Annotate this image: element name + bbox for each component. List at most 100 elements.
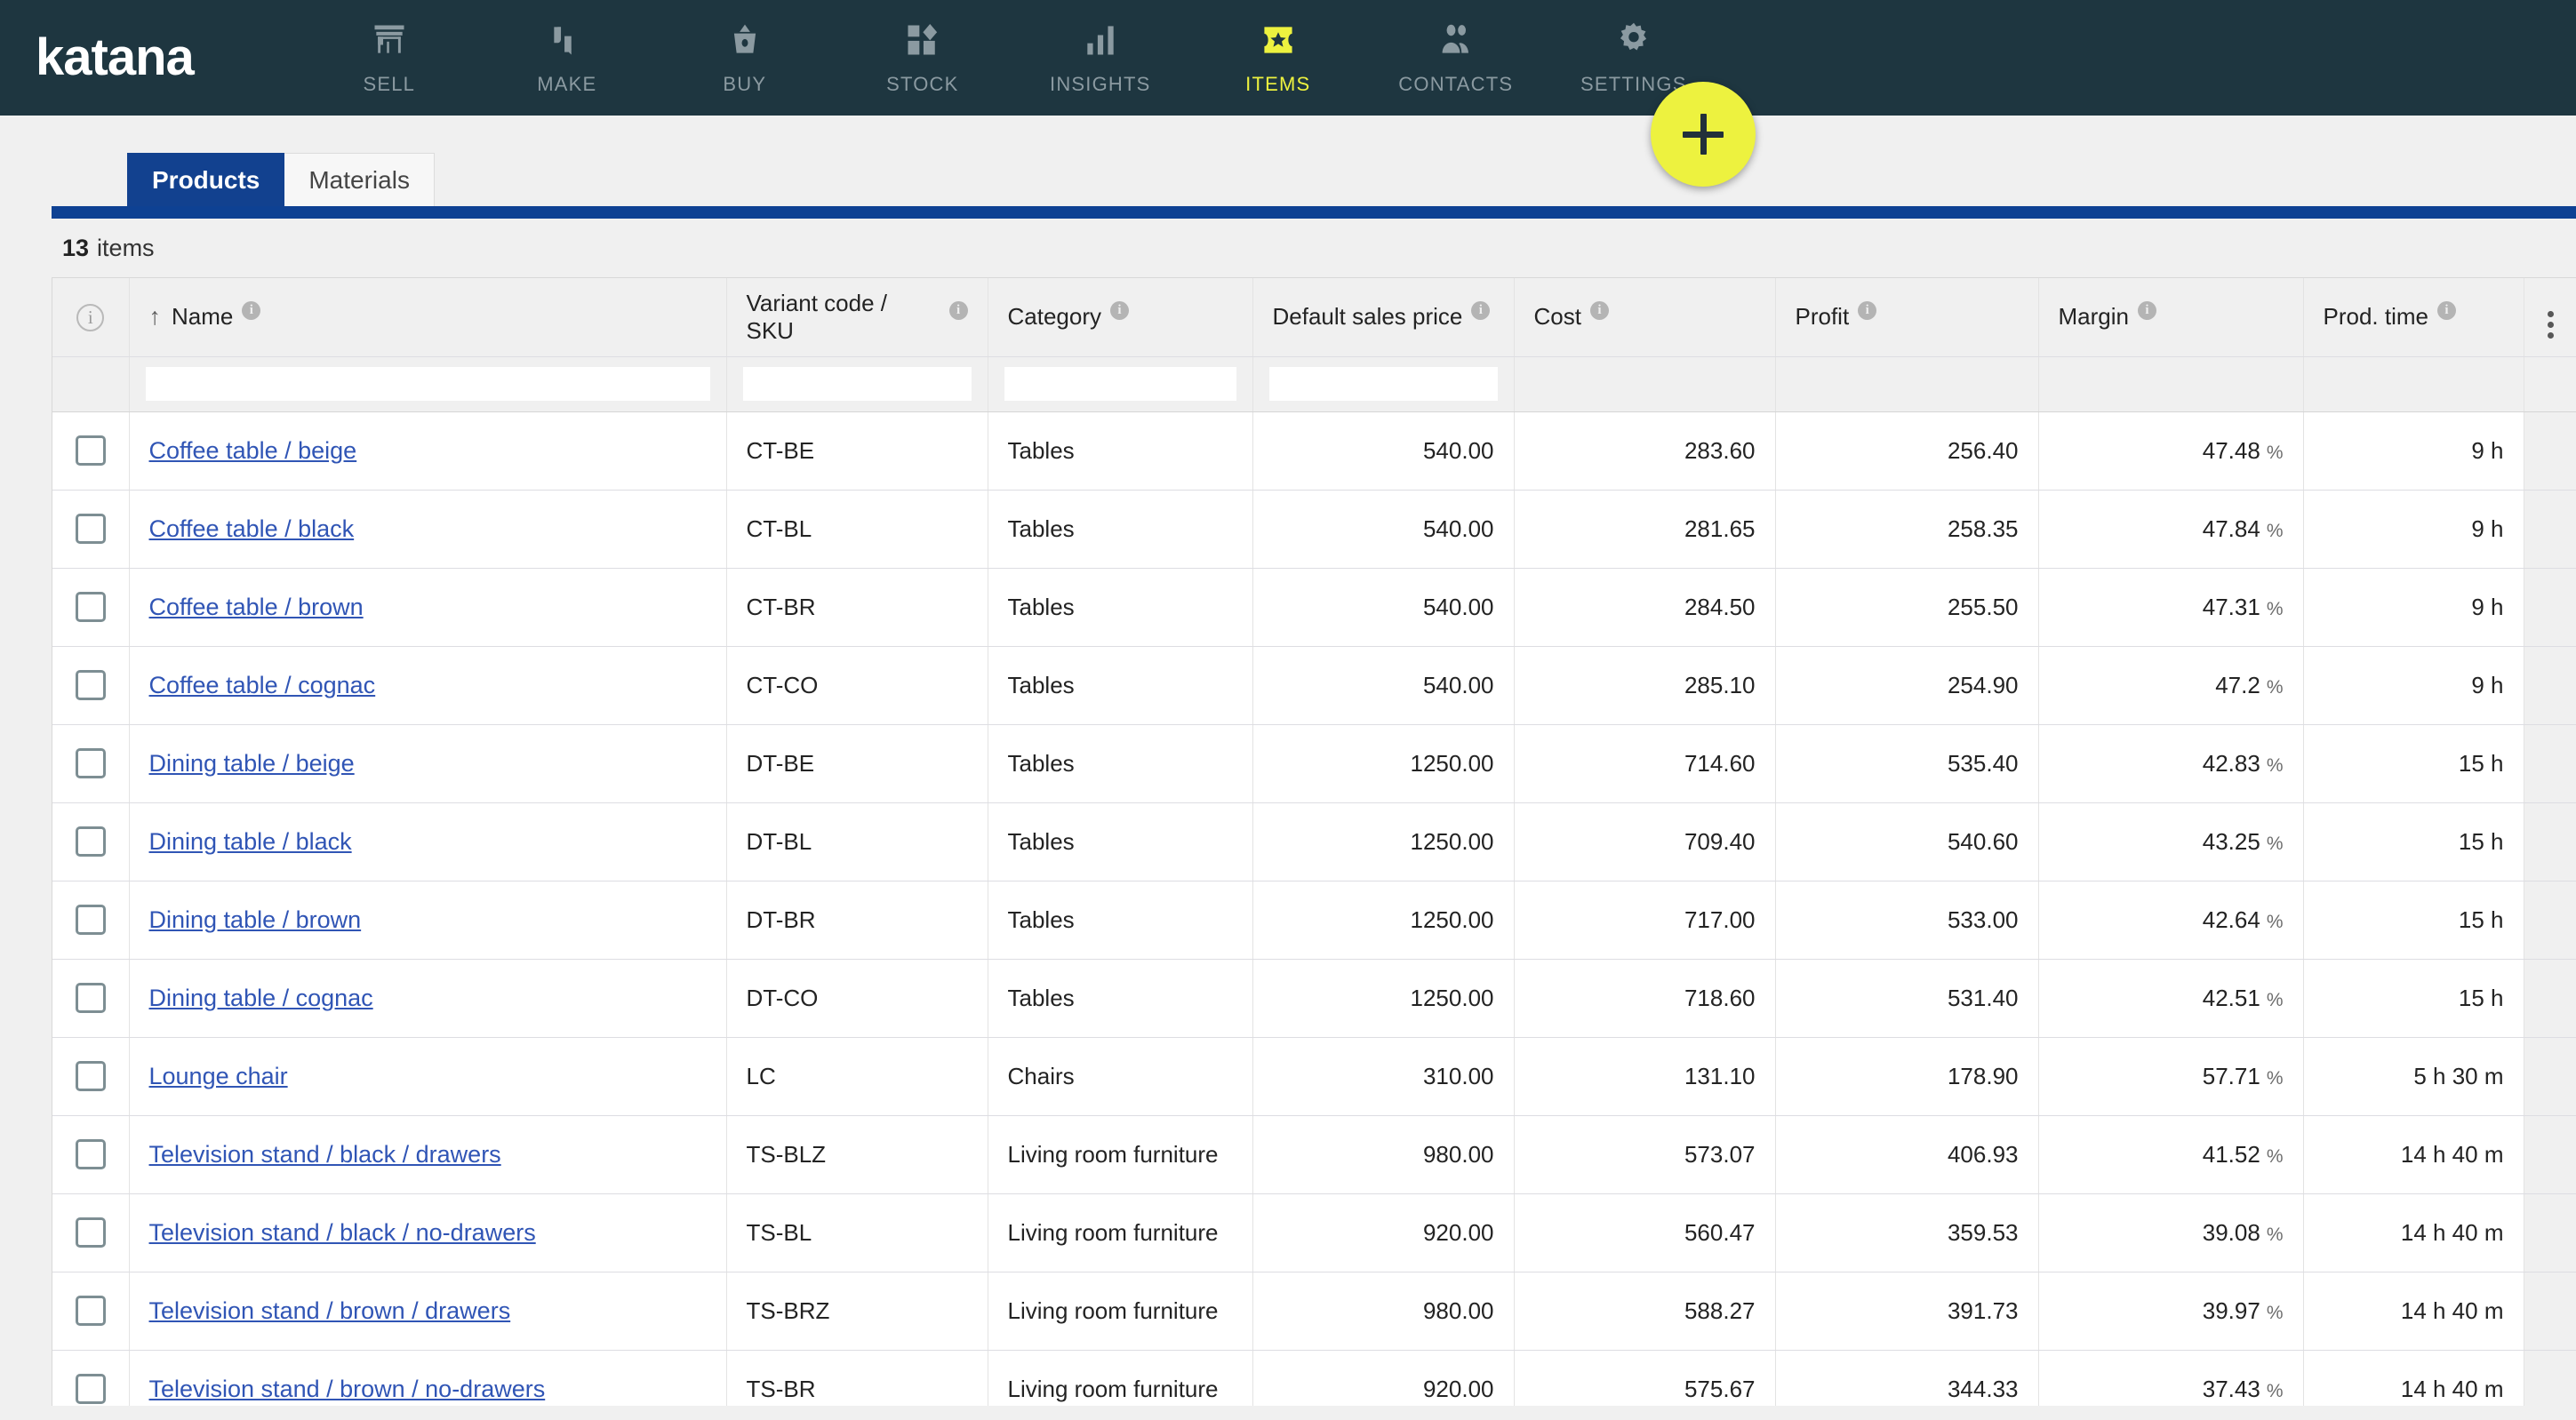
nav-item-label: BUY (723, 73, 766, 96)
table-row[interactable]: Dining table / blackDT-BLTables1250.0070… (52, 802, 2576, 881)
nav-item-sell[interactable]: SELL (300, 0, 478, 116)
cell-price: 540.00 (1252, 646, 1514, 724)
tab-products[interactable]: Products (127, 153, 284, 206)
row-checkbox-cell[interactable] (52, 1037, 129, 1115)
product-link[interactable]: Dining table / brown (149, 906, 362, 933)
table-row[interactable]: Television stand / brown / drawersTS-BRZ… (52, 1272, 2576, 1350)
row-checkbox-cell[interactable] (52, 568, 129, 646)
product-link[interactable]: Television stand / brown / no-drawers (149, 1376, 546, 1402)
table-row[interactable]: Coffee table / beigeCT-BETables540.00283… (52, 411, 2576, 490)
row-checkbox-cell[interactable] (52, 1115, 129, 1193)
product-link[interactable]: Dining table / black (149, 828, 352, 855)
cell-profit: 391.73 (1775, 1272, 2038, 1350)
product-link[interactable]: Television stand / brown / drawers (149, 1297, 511, 1324)
row-checkbox[interactable] (76, 592, 106, 622)
row-checkbox[interactable] (76, 983, 106, 1013)
info-icon[interactable]: i (949, 301, 968, 320)
row-checkbox-cell[interactable] (52, 724, 129, 802)
product-link[interactable]: Coffee table / cognac (149, 672, 376, 698)
row-checkbox-cell[interactable] (52, 881, 129, 959)
product-link[interactable]: Dining table / cognac (149, 985, 373, 1011)
product-link[interactable]: Coffee table / black (149, 515, 355, 542)
product-link[interactable]: Coffee table / brown (149, 594, 364, 620)
cell-profit: 178.90 (1775, 1037, 2038, 1115)
tab-materials[interactable]: Materials (284, 153, 435, 206)
row-checkbox-cell[interactable] (52, 646, 129, 724)
katana-logo[interactable]: katana (36, 0, 194, 116)
nav-item-make[interactable]: MAKE (478, 0, 656, 116)
nav-item-insights[interactable]: INSIGHTS (1012, 0, 1189, 116)
table-row[interactable]: Coffee table / cognacCT-COTables540.0028… (52, 646, 2576, 724)
column-options-button[interactable] (2524, 278, 2576, 356)
info-icon[interactable]: i (242, 301, 260, 320)
table-row[interactable]: Dining table / brownDT-BRTables1250.0071… (52, 881, 2576, 959)
cell-sku: CT-CO (726, 646, 988, 724)
row-checkbox-cell[interactable] (52, 490, 129, 568)
table-row[interactable]: Television stand / brown / no-drawersTS-… (52, 1350, 2576, 1406)
header-profit[interactable]: Profit i (1775, 278, 2038, 356)
row-checkbox[interactable] (76, 514, 106, 544)
row-checkbox[interactable] (76, 1217, 106, 1248)
nav-item-stock[interactable]: STOCK (834, 0, 1012, 116)
row-checkbox[interactable] (76, 1061, 106, 1091)
product-link[interactable]: Dining table / beige (149, 750, 355, 777)
row-checkbox[interactable] (76, 435, 106, 466)
product-link[interactable]: Coffee table / beige (149, 437, 357, 464)
header-cost[interactable]: Cost i (1514, 278, 1775, 356)
table-row[interactable]: Dining table / cognacDT-COTables1250.007… (52, 959, 2576, 1037)
row-checkbox-cell[interactable] (52, 802, 129, 881)
add-new-button[interactable] (1651, 82, 1756, 187)
cell-cost: 709.40 (1514, 802, 1775, 881)
cell-prod-time: 15 h (2303, 881, 2524, 959)
cell-name: Dining table / brown (129, 881, 726, 959)
header-name[interactable]: ↑ Name i (129, 278, 726, 356)
header-info-column[interactable]: i (52, 278, 129, 356)
table-row[interactable]: Coffee table / brownCT-BRTables540.00284… (52, 568, 2576, 646)
filter-cell-category (988, 356, 1252, 411)
table-row[interactable]: Dining table / beigeDT-BETables1250.0071… (52, 724, 2576, 802)
info-icon[interactable]: i (1110, 301, 1129, 320)
header-sku[interactable]: Variant code / SKU i (726, 278, 988, 356)
product-link[interactable]: Television stand / black / no-drawers (149, 1219, 536, 1246)
row-checkbox[interactable] (76, 1139, 106, 1169)
filter-input-price[interactable] (1269, 367, 1498, 401)
table-row[interactable]: Lounge chairLCChairs310.00131.10178.9057… (52, 1037, 2576, 1115)
tab-label: Materials (308, 166, 410, 195)
product-link[interactable]: Lounge chair (149, 1063, 288, 1089)
row-checkbox[interactable] (76, 1296, 106, 1326)
header-prod-time[interactable]: Prod. time i (2303, 278, 2524, 356)
row-checkbox[interactable] (76, 670, 106, 700)
cell-price: 540.00 (1252, 568, 1514, 646)
info-icon[interactable]: i (2437, 301, 2456, 320)
filter-input-category[interactable] (1004, 367, 1236, 401)
row-checkbox-cell[interactable] (52, 1193, 129, 1272)
cell-cost: 573.07 (1514, 1115, 1775, 1193)
filter-input-name[interactable] (146, 367, 710, 401)
row-checkbox-cell[interactable] (52, 959, 129, 1037)
table-row[interactable]: Television stand / black / no-drawersTS-… (52, 1193, 2576, 1272)
nav-item-buy[interactable]: BUY (656, 0, 834, 116)
info-icon[interactable]: i (1590, 301, 1609, 320)
row-checkbox[interactable] (76, 826, 106, 857)
row-checkbox[interactable] (76, 905, 106, 935)
info-icon[interactable]: i (2138, 301, 2156, 320)
row-checkbox[interactable] (76, 1374, 106, 1404)
row-checkbox-cell[interactable] (52, 1350, 129, 1406)
table-row[interactable]: Coffee table / blackCT-BLTables540.00281… (52, 490, 2576, 568)
header-cost-label: Cost (1534, 303, 1581, 331)
header-category[interactable]: Category i (988, 278, 1252, 356)
row-checkbox-cell[interactable] (52, 1272, 129, 1350)
header-default-sales-price[interactable]: Default sales price i (1252, 278, 1514, 356)
product-link[interactable]: Television stand / black / drawers (149, 1141, 501, 1168)
nav-item-items[interactable]: ITEMS (1189, 0, 1367, 116)
filter-input-sku[interactable] (743, 367, 972, 401)
header-margin[interactable]: Margin i (2038, 278, 2303, 356)
row-checkbox-cell[interactable] (52, 411, 129, 490)
row-checkbox[interactable] (76, 748, 106, 778)
table-row[interactable]: Television stand / black / drawersTS-BLZ… (52, 1115, 2576, 1193)
info-icon[interactable]: i (1471, 301, 1490, 320)
gear-icon (1613, 20, 1654, 60)
cell-sku: CT-BL (726, 490, 988, 568)
info-icon[interactable]: i (1858, 301, 1876, 320)
nav-item-contacts[interactable]: CONTACTS (1367, 0, 1545, 116)
